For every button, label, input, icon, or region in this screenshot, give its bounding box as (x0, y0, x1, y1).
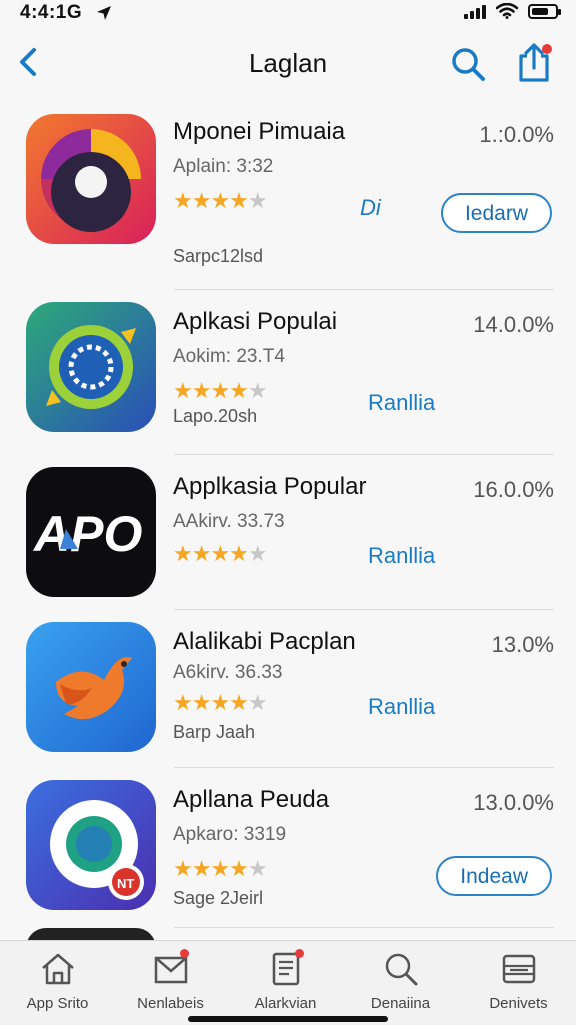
app-subtitle: A6kirv. 36.33 (173, 662, 283, 683)
tab-search[interactable]: Denaiina (343, 949, 458, 1012)
app-name: Apllana Peuda (173, 786, 330, 813)
tab-bar: App Srito Nenlabeis Alarkvian Denaiina D… (0, 940, 576, 1025)
svg-text:APO: APO (32, 506, 142, 562)
app-meta: Lapo.20sh (173, 406, 258, 426)
star-rating: ★★★★★ (173, 690, 268, 715)
tab-app-store[interactable]: App Srito (0, 949, 115, 1012)
notification-badge (542, 44, 552, 54)
tab-devices[interactable]: Denivets (461, 949, 576, 1012)
notification-badge (179, 949, 189, 958)
app-name: Aplkasi Populai (173, 308, 338, 335)
mail-icon (151, 949, 191, 989)
star-rating: ★★★★★ (173, 541, 268, 566)
list-icon (499, 949, 539, 989)
tab-label: Nenlabeis (137, 995, 204, 1012)
app-meta: Barp Jaah (173, 722, 256, 742)
search-button[interactable] (448, 44, 488, 84)
app-icon: NT (26, 780, 156, 910)
app-size: 13.0% (491, 632, 554, 657)
app-icon: APO (26, 467, 156, 597)
row-divider (174, 927, 554, 928)
app-size: 13.0.0% (473, 790, 554, 815)
app-size: 1.:0.0% (479, 122, 554, 147)
tab-label: Denaiina (370, 995, 431, 1012)
app-name: Mponei Pimuaia (173, 118, 346, 145)
star-rating: ★★★★★ (173, 856, 268, 881)
app-name: Applkasia Popular (173, 473, 367, 500)
share-button[interactable] (514, 40, 554, 84)
app-action-link[interactable]: Ranllia (368, 694, 435, 720)
app-icon (26, 302, 156, 432)
status-bar: 4:4:1G (0, 0, 576, 26)
list-item[interactable]: Aplkasi Populai Aokim: 23.T4 ★★★★★ Lapo.… (0, 290, 576, 455)
page-title: Laglan (248, 48, 328, 78)
app-subtitle: Aplain: 3:32 (173, 156, 274, 177)
list-item[interactable]: APO Applkasia Popular AAkirv. 33.73 ★★★★… (0, 455, 576, 610)
search-icon (381, 949, 421, 989)
tab-updates[interactable]: Alarkvian (228, 949, 343, 1012)
status-time: 4:4:1G (20, 2, 83, 23)
install-button[interactable]: Indeaw (436, 856, 552, 896)
star-rating: ★★★★★ (173, 378, 268, 403)
nav-bar: Laglan (0, 36, 576, 90)
location-icon (97, 6, 111, 20)
app-list: Mponei Pimuaia Aplain: 3:32 ★★★★★ Sarpc1… (0, 100, 576, 928)
app-subtitle: Aokim: 23.T4 (173, 346, 285, 367)
document-icon (266, 949, 306, 989)
search-icon (452, 48, 485, 81)
app-size: 16.0.0% (473, 477, 554, 502)
home-indicator (188, 1016, 388, 1022)
home-icon (38, 949, 78, 989)
app-meta: Sage 2Jeirl (173, 888, 264, 908)
notification-badge (294, 949, 304, 958)
app-subtitle: AAkirv. 33.73 (173, 511, 285, 532)
wifi-icon (496, 3, 518, 19)
tab-label: Denivets (489, 995, 548, 1012)
battery-icon (528, 3, 561, 19)
app-subtitle: Apkaro: 3319 (173, 824, 287, 845)
tab-label: Alarkvian (254, 995, 317, 1012)
list-item[interactable]: NT Apllana Peuda Apkaro: 3319 ★★★★★ Sage… (0, 768, 576, 928)
app-meta: Sarpc12lsd (173, 246, 264, 266)
app-name: Alalikabi Pacplan (173, 628, 356, 655)
signal-icon (464, 3, 486, 19)
tab-notifications[interactable]: Nenlabeis (113, 949, 228, 1012)
tab-label: App Srito (26, 995, 89, 1012)
svg-text:NT: NT (117, 876, 134, 891)
app-action-link[interactable]: Ranllia (368, 390, 435, 416)
app-icon (26, 114, 156, 244)
list-item[interactable]: Mponei Pimuaia Aplain: 3:32 ★★★★★ Sarpc1… (0, 100, 576, 290)
app-icon (26, 622, 156, 752)
app-action-link[interactable]: Ranllia (368, 543, 435, 569)
app-action-link[interactable]: Di (360, 195, 381, 221)
list-item[interactable]: Alalikabi Pacplan A6kirv. 36.33 ★★★★★ Ba… (0, 610, 576, 768)
star-rating: ★★★★★ (173, 188, 268, 213)
app-size: 14.0.0% (473, 312, 554, 337)
install-button[interactable]: Iedarw (440, 193, 552, 233)
